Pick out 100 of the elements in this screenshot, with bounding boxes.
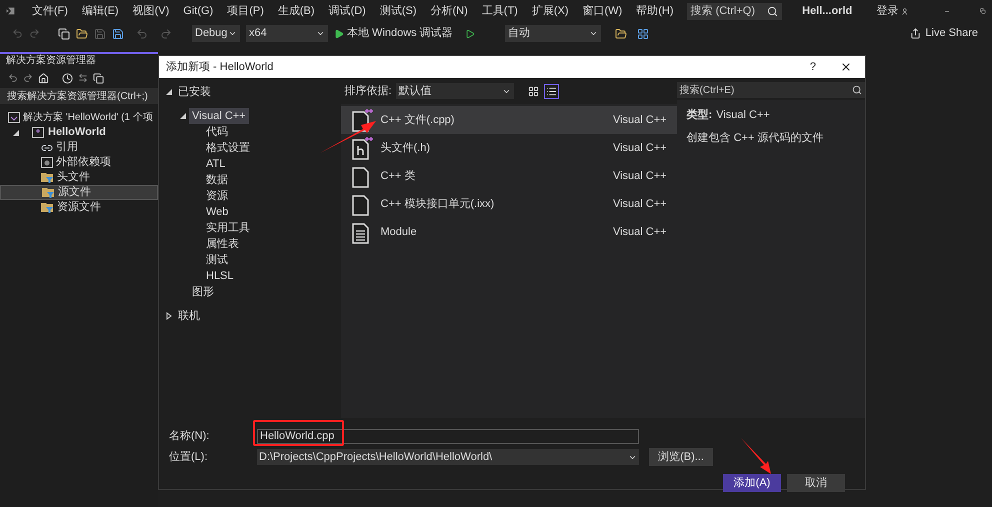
expanded-arrow-icon[interactable] (179, 112, 187, 120)
cancel-button[interactable]: 取消 (787, 474, 845, 492)
tree-item[interactable]: 源文件 (0, 185, 158, 200)
tree-item[interactable]: 外部依赖项 (0, 155, 158, 170)
collapse-icon[interactable] (93, 72, 104, 84)
menu-item[interactable]: 测试(S) (372, 2, 424, 20)
expanded-arrow-icon[interactable] (12, 128, 20, 136)
tree-item[interactable]: 数据 (203, 172, 231, 188)
list-view-icon[interactable] (544, 84, 559, 98)
collapsed-arrow-icon[interactable] (165, 312, 173, 320)
history-icon[interactable] (62, 72, 73, 84)
tree-item[interactable]: ATL (203, 156, 228, 172)
live-share-button[interactable]: Live Share (910, 25, 978, 42)
app-logo-icon (6, 5, 15, 17)
tree-item[interactable]: 引用 (0, 140, 158, 155)
tree-item[interactable]: 格式设置 (203, 140, 253, 156)
template-name: C++ 模块接口单元(.ixx) (380, 196, 494, 212)
tree-item[interactable]: 联机 (175, 308, 203, 324)
person-icon (902, 6, 908, 16)
menu-item[interactable]: 文件(F) (24, 2, 75, 20)
template-name: 头文件(.h) (380, 140, 430, 156)
tree-item[interactable]: 解决方案 'HelloWorld' (1 个项 (23, 110, 153, 125)
template-type: Visual C++ (612, 168, 667, 184)
run-button[interactable]: 本地 Windows 调试器 (334, 25, 453, 42)
folder-search-icon[interactable] (614, 28, 627, 40)
expanded-arrow-icon[interactable] (165, 88, 173, 96)
dependency-icon (41, 157, 53, 168)
search-icon (767, 6, 778, 16)
tree-item[interactable]: 头文件 (0, 170, 158, 185)
menu-item[interactable]: 分析(N) (424, 2, 475, 20)
menu-item[interactable]: 扩展(X) (524, 2, 576, 20)
template-name: C++ 类 (380, 168, 416, 184)
template-type: Visual C++ (612, 224, 667, 240)
save-all-icon[interactable] (112, 28, 124, 40)
tree-item[interactable]: HLSL (203, 268, 237, 284)
home-icon[interactable] (38, 72, 49, 84)
file-plus-icon (350, 136, 372, 160)
location-dropdown[interactable]: D:\Projects\CppProjects\HelloWorld\HelloWorld\ (257, 449, 639, 465)
menu-item[interactable]: 调试(D) (322, 2, 373, 20)
add-button[interactable]: 添加(A) (723, 474, 781, 492)
menu-item[interactable]: Git(G) (176, 2, 220, 20)
template-name: Module (380, 224, 417, 240)
tree-item[interactable]: Visual C++ (189, 108, 249, 124)
search-field[interactable]: 搜索 (Ctrl+Q) (686, 2, 782, 20)
tree-item[interactable]: 图形 (189, 284, 217, 300)
back-icon[interactable] (8, 73, 18, 83)
close-icon[interactable] (840, 61, 852, 73)
menu-item[interactable]: 项目(P) (220, 2, 271, 20)
folder-filter-icon (41, 172, 54, 183)
restore-icon[interactable] (980, 6, 986, 16)
type-label: 类型: (686, 108, 712, 123)
login-link[interactable]: 登录 (876, 2, 898, 20)
tree-item[interactable]: 测试 (203, 252, 231, 268)
template-row[interactable]: C++ 文件(.cpp) Visual C++ (340, 106, 677, 134)
tree-item[interactable]: 属性表 (203, 236, 242, 252)
help-button[interactable]: ? (810, 58, 816, 76)
window-title: Hell...orld (802, 4, 852, 19)
tree-item[interactable]: 实用工具 (203, 220, 253, 236)
menu-item[interactable]: 窗口(W) (576, 2, 630, 20)
new-item-icon[interactable] (58, 28, 70, 40)
tree-item[interactable]: HelloWorld (48, 124, 106, 141)
tree-item[interactable]: 代码 (203, 124, 231, 140)
menu-item[interactable]: 视图(V) (126, 2, 176, 20)
panel-title: 解决方案资源管理器 (5, 54, 97, 68)
share-icon (910, 28, 922, 39)
folder-filter-icon (42, 187, 55, 198)
mode-dropdown[interactable]: 自动 (504, 25, 601, 42)
tree-item[interactable]: 资源文件 (0, 200, 158, 215)
menu-item[interactable]: 编辑(E) (74, 2, 126, 20)
name-field[interactable]: HelloWorld.cpp (257, 428, 639, 444)
solution-icon (8, 112, 20, 123)
play-outline-icon[interactable] (464, 28, 475, 38)
tree-item[interactable]: 资源 (203, 188, 231, 204)
dialog-title: 添加新项 - HelloWorld (166, 60, 274, 75)
template-row[interactable]: Module Visual C++ (340, 218, 677, 246)
search-field[interactable]: 搜索(Ctrl+E) (676, 82, 866, 98)
caret-icon (316, 29, 325, 38)
template-row[interactable]: 头文件(.h) Visual C++ (340, 134, 677, 162)
platform-dropdown[interactable]: x64 (246, 25, 328, 42)
template-name: C++ 文件(.cpp) (380, 112, 454, 128)
search-icon (852, 85, 862, 95)
menu-item[interactable]: 工具(T) (474, 2, 525, 20)
annotation-arrow (319, 119, 377, 155)
search-field[interactable]: 搜索解决方案资源管理器(Ctrl+;) (0, 88, 158, 104)
template-row[interactable]: C++ 类 Visual C++ (340, 162, 677, 190)
template-row[interactable]: C++ 模块接口单元(.ixx) Visual C++ (340, 190, 677, 218)
tree-item[interactable]: 已安装 (175, 84, 214, 100)
template-type: Visual C++ (612, 140, 667, 156)
project-icon (32, 127, 44, 138)
menu-item[interactable]: 生成(B) (270, 2, 322, 20)
open-folder-icon[interactable] (76, 28, 88, 40)
sync-icon[interactable] (78, 73, 88, 83)
window-icon[interactable] (636, 28, 649, 40)
menu-item[interactable]: 帮助(H) (629, 2, 681, 20)
sort-dropdown[interactable]: 默认值 (396, 83, 514, 99)
forward-icon[interactable] (23, 73, 33, 83)
tree-item[interactable]: Web (203, 204, 232, 220)
folder-filter-icon (41, 202, 54, 213)
browse-button[interactable]: 浏览(B)... (649, 448, 713, 466)
configuration-dropdown[interactable]: Debug (192, 25, 240, 42)
